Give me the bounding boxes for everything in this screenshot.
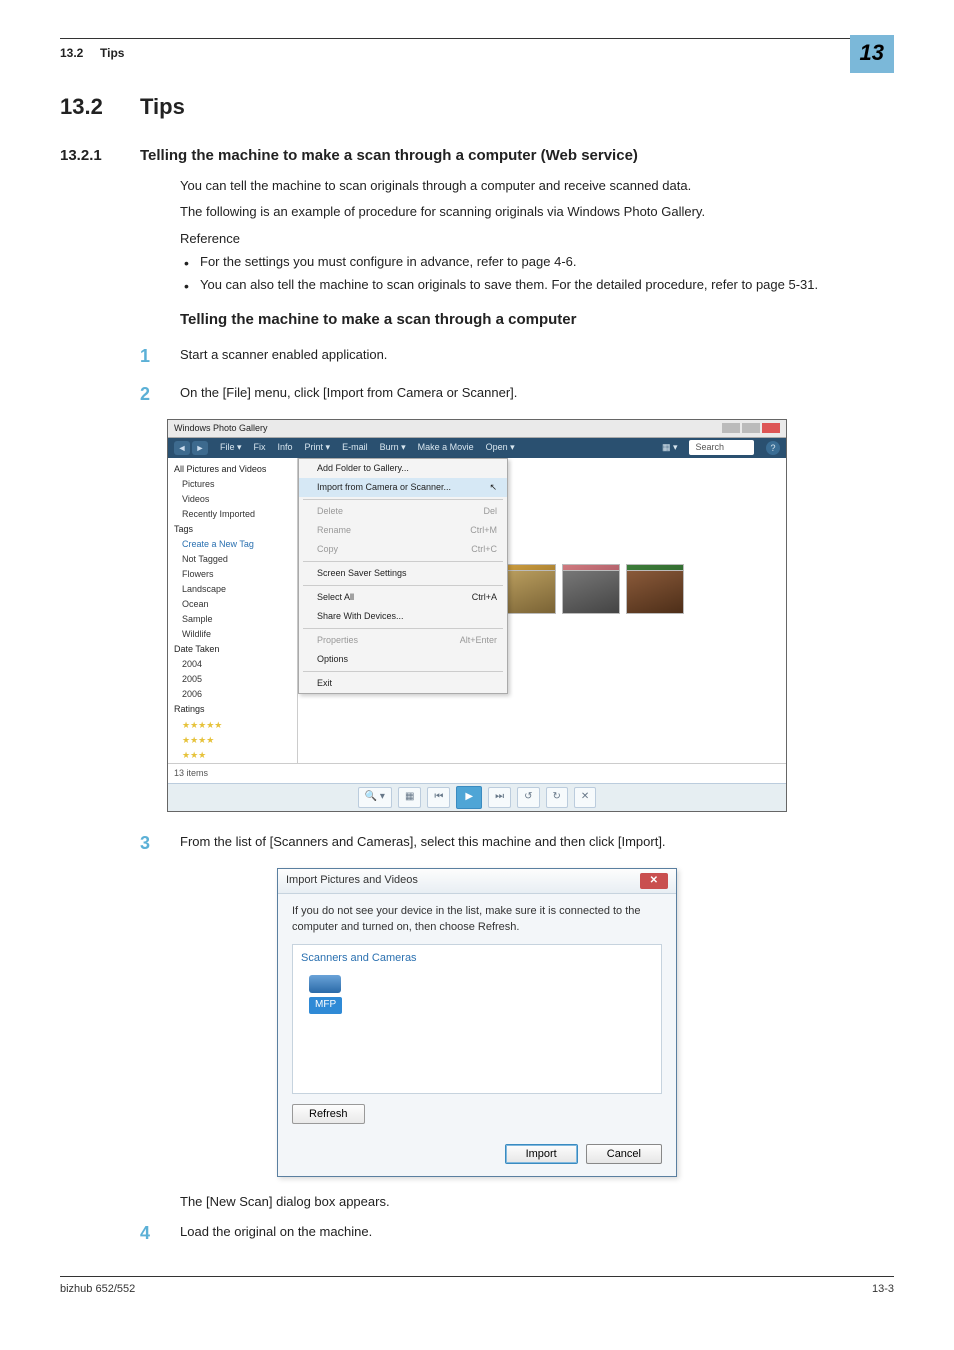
running-head-title: Tips — [100, 46, 124, 60]
step-3-result: The [New Scan] dialog box appears. — [180, 1193, 894, 1212]
tree-videos[interactable]: Videos — [172, 492, 293, 507]
toolbar: ◄► File ▾ Fix Info Print ▾ E-mail Burn ▾… — [168, 438, 786, 458]
play-button[interactable]: ▶ — [456, 786, 482, 809]
dialog-title: Import Pictures and Videos — [286, 873, 418, 889]
subsection-number: 13.2.1 — [60, 145, 140, 167]
screenshot-photo-gallery: Windows Photo Gallery ◄► File ▾ Fix Info… — [167, 419, 787, 812]
tree-recent[interactable]: Recently Imported — [172, 507, 293, 522]
scanner-icon[interactable] — [309, 975, 341, 993]
device-name[interactable]: MFP — [309, 997, 342, 1014]
menu-share[interactable]: Share With Devices... — [299, 607, 507, 626]
running-head: 13.2 Tips — [60, 45, 124, 62]
window-title: Windows Photo Gallery — [174, 422, 268, 435]
menu-exit[interactable]: Exit — [299, 674, 507, 693]
step-number: 1 — [140, 343, 180, 369]
tree-pictures[interactable]: Pictures — [172, 477, 293, 492]
running-head-num: 13.2 — [60, 46, 83, 60]
tree-landscape[interactable]: Landscape — [172, 582, 293, 597]
step-text: Load the original on the machine. — [180, 1220, 894, 1242]
section-number: 13.2 — [60, 91, 140, 123]
intro-para-1: You can tell the machine to scan origina… — [180, 177, 894, 196]
footer-model: bizhub 652/552 — [60, 1282, 135, 1298]
photo-thumb[interactable] — [562, 570, 620, 614]
tree-2004[interactable]: 2004 — [172, 657, 293, 672]
screenshot-import-dialog: Import Pictures and Videos ✕ If you do n… — [277, 868, 677, 1177]
close-button[interactable]: ✕ — [640, 873, 668, 890]
step-number: 3 — [140, 830, 180, 856]
search-input[interactable]: Search — [689, 440, 754, 455]
tree-2006[interactable]: 2006 — [172, 687, 293, 702]
menu-open[interactable]: Open ▾ — [486, 441, 515, 454]
menu-rename[interactable]: RenameCtrl+M — [299, 521, 507, 540]
tree-rating-5[interactable]: ★★★★★ — [172, 718, 293, 733]
thumb-size-icon[interactable]: ▦ ▾ — [662, 441, 678, 454]
reference-list: For the settings you must configure in a… — [180, 253, 894, 295]
chapter-number-badge: 13 — [850, 35, 894, 73]
tree-date[interactable]: Date Taken — [172, 642, 293, 657]
device-list[interactable]: Scanners and Cameras MFP — [292, 944, 662, 1094]
reference-bullet: You can also tell the machine to scan or… — [180, 276, 894, 295]
nav-back-forward[interactable]: ◄► — [174, 441, 208, 455]
reference-bullet: For the settings you must configure in a… — [180, 253, 894, 272]
menu-select-all[interactable]: Select AllCtrl+A — [299, 588, 507, 607]
refresh-button[interactable]: Refresh — [292, 1104, 365, 1124]
dialog-message: If you do not see your device in the lis… — [292, 904, 662, 936]
next-button[interactable]: ⏭ — [488, 787, 511, 808]
tree-sample[interactable]: Sample — [172, 612, 293, 627]
tree-ocean[interactable]: Ocean — [172, 597, 293, 612]
tree-create-tag[interactable]: Create a New Tag — [172, 537, 293, 552]
subsection-title: Telling the machine to make a scan throu… — [140, 145, 638, 167]
help-icon[interactable]: ? — [766, 441, 780, 455]
menu-print[interactable]: Print ▾ — [305, 441, 331, 454]
tree-flowers[interactable]: Flowers — [172, 567, 293, 582]
prev-button[interactable]: ⏮ — [427, 787, 450, 808]
menu-make-movie[interactable]: Make a Movie — [418, 441, 474, 454]
playback-bar: 🔍 ▾ ▦ ⏮ ▶ ⏭ ↺ ↻ ✕ — [168, 783, 786, 811]
menu-info[interactable]: Info — [278, 441, 293, 454]
menu-add-folder[interactable]: Add Folder to Gallery... — [299, 459, 507, 478]
tree-not-tagged[interactable]: Not Tagged — [172, 552, 293, 567]
file-menu-dropdown: Add Folder to Gallery... Import from Cam… — [298, 458, 508, 695]
step-number: 4 — [140, 1220, 180, 1246]
step-text: From the list of [Scanners and Cameras],… — [180, 830, 894, 852]
cursor-icon: ↖ — [489, 481, 497, 494]
reference-label: Reference — [180, 230, 894, 249]
menu-fix[interactable]: Fix — [254, 441, 266, 454]
menu-properties[interactable]: PropertiesAlt+Enter — [299, 631, 507, 650]
menu-file[interactable]: File ▾ — [220, 441, 242, 454]
menu-delete[interactable]: DeleteDel — [299, 502, 507, 521]
status-bar: 13 items — [168, 763, 786, 783]
device-group-label: Scanners and Cameras — [301, 951, 653, 967]
tree-ratings[interactable]: Ratings — [172, 702, 293, 717]
tree-2005[interactable]: 2005 — [172, 672, 293, 687]
rotate-cw-button[interactable]: ↻ — [546, 787, 568, 808]
rotate-ccw-button[interactable]: ↺ — [517, 787, 539, 808]
view-button[interactable]: ▦ — [398, 787, 421, 808]
section-title: Tips — [140, 91, 185, 123]
menu-copy[interactable]: CopyCtrl+C — [299, 540, 507, 559]
tree-rating-3[interactable]: ★★★ — [172, 748, 293, 763]
tree-tags[interactable]: Tags — [172, 522, 293, 537]
menu-options[interactable]: Options — [299, 650, 507, 669]
menu-import-from-camera[interactable]: Import from Camera or Scanner...↖ — [299, 478, 507, 497]
cancel-button[interactable]: Cancel — [586, 1144, 662, 1164]
menu-burn[interactable]: Burn ▾ — [380, 441, 406, 454]
procedure-heading: Telling the machine to make a scan throu… — [180, 309, 894, 331]
tree-rating-4[interactable]: ★★★★ — [172, 733, 293, 748]
tree-all[interactable]: All Pictures and Videos — [172, 462, 293, 477]
step-text: On the [File] menu, click [Import from C… — [180, 381, 894, 403]
nav-tree[interactable]: All Pictures and Videos Pictures Videos … — [168, 458, 298, 763]
zoom-button[interactable]: 🔍 ▾ — [358, 787, 392, 808]
tree-wildlife[interactable]: Wildlife — [172, 627, 293, 642]
step-number: 2 — [140, 381, 180, 407]
menu-screensaver[interactable]: Screen Saver Settings — [299, 564, 507, 583]
intro-para-2: The following is an example of procedure… — [180, 203, 894, 222]
menu-email[interactable]: E-mail — [342, 441, 368, 454]
step-text: Start a scanner enabled application. — [180, 343, 894, 365]
window-controls[interactable] — [720, 422, 780, 435]
delete-button[interactable]: ✕ — [574, 787, 596, 808]
photo-thumb[interactable] — [626, 570, 684, 614]
import-button[interactable]: Import — [505, 1144, 578, 1164]
footer-page: 13-3 — [872, 1282, 894, 1298]
